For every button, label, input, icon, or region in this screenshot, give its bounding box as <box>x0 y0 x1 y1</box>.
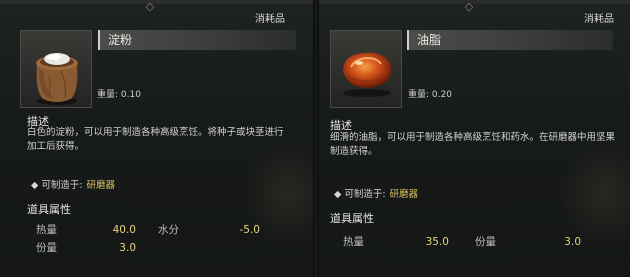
starch-sack-icon <box>36 53 78 105</box>
craft-info: ◆ 可制造于: 研磨器 <box>31 177 115 191</box>
top-ornament-icon: ◇ <box>145 0 155 13</box>
item-weight: 重量: 0.10 <box>97 90 141 100</box>
property-label-calories: 热量 <box>343 236 364 248</box>
item-tooltip-starch: ◇ 消耗品 淀粉 重量: 0.10 描述 白色的淀粉，可以用于制造各种高级烹饪。… <box>0 0 313 277</box>
item-icon-frame <box>20 30 92 108</box>
craft-label: 可制造于: <box>41 180 83 191</box>
property-row: 份量 3.0 <box>0 240 313 256</box>
item-type-label: 消耗品 <box>584 14 614 25</box>
property-value-portion: 3.0 <box>564 236 581 248</box>
item-tooltip-oil: ◇ 消耗品 油脂 重量: 0.20 描述 细滑的油脂，可以用于制造各种高级烹饪和… <box>319 0 630 277</box>
bullet-icon: ◆ <box>334 189 342 200</box>
item-icon-frame <box>330 30 402 108</box>
properties-title: 道具属性 <box>27 203 71 216</box>
property-value-calories: 35.0 <box>425 236 449 248</box>
item-description: 细滑的油脂，可以用于制造各种高级烹饪和药水。在研磨器中用坚果制造获得。 <box>330 132 616 157</box>
top-ornament-icon: ◇ <box>464 0 474 13</box>
property-label-moisture: 水分 <box>158 224 179 236</box>
craft-station-link[interactable]: 研磨器 <box>390 189 419 200</box>
item-name: 油脂 <box>407 30 613 50</box>
craft-label: 可制造于: <box>344 189 386 200</box>
craft-station-link[interactable]: 研磨器 <box>87 180 116 191</box>
property-value-portion: 3.0 <box>119 242 136 254</box>
property-value-calories: 40.0 <box>112 224 136 236</box>
property-row: 热量 40.0 水分 -5.0 <box>0 222 313 238</box>
property-label-portion: 份量 <box>36 242 57 254</box>
property-row: 热量 35.0 份量 3.0 <box>319 234 630 250</box>
properties-title: 道具属性 <box>330 212 374 225</box>
item-type-label: 消耗品 <box>255 14 285 25</box>
item-description: 白色的淀粉，可以用于制造各种高级烹饪。将种子或块茎进行加工后获得。 <box>27 127 284 152</box>
item-weight: 重量: 0.20 <box>408 90 452 100</box>
item-name: 淀粉 <box>98 30 296 50</box>
property-label-calories: 热量 <box>36 224 57 236</box>
bullet-icon: ◆ <box>31 180 39 191</box>
craft-info: ◆ 可制造于: 研磨器 <box>334 186 418 200</box>
property-label-portion: 份量 <box>475 236 496 248</box>
property-value-moisture: -5.0 <box>239 224 261 236</box>
oil-drop-icon <box>343 52 392 97</box>
